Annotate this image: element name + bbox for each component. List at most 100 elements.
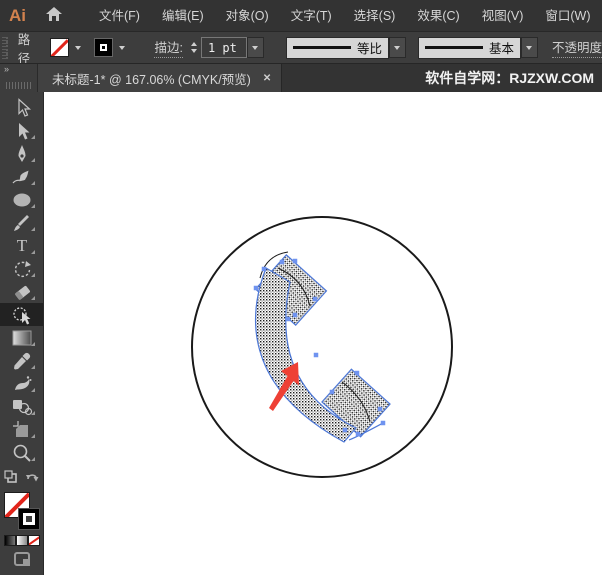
flyout-indicator: [31, 135, 35, 139]
menu-view[interactable]: 视图(V): [471, 0, 535, 32]
opacity-label[interactable]: 不透明度: [552, 37, 602, 58]
none-slash-icon: [51, 39, 69, 57]
panel-grip-icon[interactable]: [6, 82, 31, 89]
artboard-tool[interactable]: [0, 418, 43, 441]
control-bar: 路径 描边: 1 pt 等比: [0, 32, 602, 64]
swap-fill-stroke-icon[interactable]: [25, 470, 40, 488]
fill-control: [50, 38, 86, 57]
fill-none-swatch[interactable]: [50, 38, 69, 57]
stepper-up-icon[interactable]: [191, 42, 197, 46]
flyout-indicator: [31, 273, 35, 277]
chevron-down-icon: [394, 46, 400, 50]
brush-value: 基本: [489, 38, 514, 57]
type-tool-glyph: T: [16, 236, 27, 255]
brush-preview[interactable]: 基本: [418, 37, 521, 59]
phone-handset-shape[interactable]: [254, 252, 390, 442]
stepper-down-icon[interactable]: [191, 49, 197, 53]
menu-object[interactable]: 对象(O): [215, 0, 280, 32]
width-profile-preview[interactable]: 等比: [286, 37, 389, 59]
stroke-weight-label[interactable]: 描边:: [154, 37, 182, 58]
double-chevron-icon[interactable]: »: [4, 65, 33, 74]
watermark-text: 软件自学网：RJZXW.COM: [425, 64, 594, 92]
pen-tool[interactable]: [0, 142, 43, 165]
flyout-indicator: [31, 204, 35, 208]
width-profile-value: 等比: [357, 38, 382, 57]
blend-tool[interactable]: [0, 395, 43, 418]
tools-panel-header[interactable]: »: [0, 64, 38, 92]
document-tab[interactable]: 未标题-1* @ 167.06% (CMYK/预览) ✕: [38, 64, 282, 92]
stroke-control: [94, 38, 130, 57]
direct-selection-tool[interactable]: [0, 119, 43, 142]
gradient-button[interactable]: [16, 535, 28, 546]
main-area: T: [0, 92, 602, 575]
rotate-tool[interactable]: [0, 257, 43, 280]
eraser-tool[interactable]: [0, 280, 43, 303]
eyedropper-tool[interactable]: [0, 349, 43, 372]
flyout-indicator: [31, 457, 35, 461]
curvature-tool[interactable]: [0, 165, 43, 188]
menu-edit[interactable]: 编辑(E): [151, 0, 215, 32]
stroke-hole-icon: [23, 513, 35, 525]
stroke-weight-stepper[interactable]: [191, 42, 197, 53]
stroke-swatch-black[interactable]: [18, 508, 40, 530]
stroke-color-swatch[interactable]: [94, 38, 113, 57]
draw-normal-mode-icon[interactable]: [14, 552, 30, 566]
panel-grip-icon[interactable]: [2, 37, 8, 59]
flyout-indicator: [31, 365, 35, 369]
menu-effect[interactable]: 效果(C): [406, 0, 470, 32]
color-button[interactable]: [4, 535, 16, 546]
fill-stroke-indicator: [4, 492, 40, 530]
default-fill-stroke-icon[interactable]: [4, 470, 18, 488]
stroke-weight-dropdown[interactable]: [247, 37, 264, 58]
none-button[interactable]: [28, 535, 40, 546]
document-tab-title: 未标题-1* @ 167.06% (CMYK/预览): [52, 69, 251, 88]
width-profile-dropdown-button[interactable]: [389, 37, 406, 58]
brush-dropdown-button[interactable]: [521, 37, 538, 58]
symbol-sprayer-tool[interactable]: [0, 372, 43, 395]
flyout-indicator: [31, 388, 35, 392]
artwork: [44, 92, 601, 575]
selection-tool[interactable]: [0, 96, 43, 119]
illustrator-logo: Ai: [0, 6, 36, 26]
close-icon[interactable]: ✕: [263, 73, 271, 84]
brush-line-icon: [425, 46, 483, 49]
flyout-indicator: [31, 411, 35, 415]
brush-dropdown: 基本: [418, 37, 538, 59]
flyout-indicator: [31, 434, 35, 438]
circle-path[interactable]: [192, 217, 452, 477]
menu-window[interactable]: 窗口(W): [534, 0, 601, 32]
shape-builder-tool[interactable]: [0, 303, 43, 326]
chevron-down-icon[interactable]: [75, 46, 81, 50]
menu-select[interactable]: 选择(S): [343, 0, 407, 32]
flyout-indicator: [31, 250, 35, 254]
flyout-indicator: [31, 158, 35, 162]
menu-type[interactable]: 文字(T): [280, 0, 343, 32]
chevron-down-icon: [252, 46, 258, 50]
stroke-weight-input[interactable]: 1 pt: [201, 37, 247, 58]
type-tool[interactable]: T: [0, 234, 43, 257]
menu-file[interactable]: 文件(F): [88, 0, 151, 32]
menu-items: 文件(F) 编辑(E) 对象(O) 文字(T) 选择(S) 效果(C) 视图(V…: [88, 0, 602, 32]
stroke-line-icon: [293, 46, 351, 49]
tools-panel: T: [0, 92, 44, 575]
stroke-weight-control: 描边: 1 pt: [154, 37, 263, 58]
stroke-ring-icon: [100, 44, 107, 51]
tab-bar: » 未标题-1* @ 167.06% (CMYK/预览) ✕ 软件自学网：RJZ…: [0, 64, 602, 92]
flyout-indicator: [31, 227, 35, 231]
zoom-tool[interactable]: [0, 441, 43, 464]
flyout-indicator: [31, 181, 35, 185]
toolbar-bottom-controls: [0, 470, 43, 566]
flyout-indicator: [31, 342, 35, 346]
flyout-indicator: [31, 296, 35, 300]
menu-bar: Ai 文件(F) 编辑(E) 对象(O) 文字(T) 选择(S) 效果(C) 视…: [0, 0, 602, 32]
chevron-down-icon: [526, 46, 532, 50]
artboard-canvas[interactable]: [44, 92, 602, 575]
ellipse-tool[interactable]: [0, 188, 43, 211]
context-label: 路径: [18, 32, 37, 64]
paintbrush-tool[interactable]: [0, 211, 43, 234]
color-mode-bar: [4, 535, 40, 546]
gradient-tool[interactable]: [0, 326, 43, 349]
illustrator-window: Ai 文件(F) 编辑(E) 对象(O) 文字(T) 选择(S) 效果(C) 视…: [0, 0, 602, 575]
home-icon[interactable]: [36, 7, 72, 25]
chevron-down-icon[interactable]: [119, 46, 125, 50]
